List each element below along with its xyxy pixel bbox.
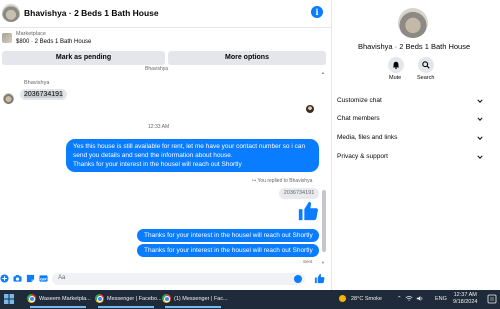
svg-text:GIF: GIF <box>40 277 47 281</box>
weather-sun-icon <box>338 294 347 303</box>
message-line: Yes this house is still available for re… <box>73 143 306 150</box>
mute-label: Mute <box>389 75 402 81</box>
listing-summary: $800 · 2 Beds 1 Bath House <box>16 39 92 45</box>
clock-date: 9/18/2024 <box>453 299 478 305</box>
clock-time: 12:37 AM <box>453 292 477 298</box>
scroll-down-icon[interactable]: ▼ <box>321 260 325 265</box>
active-window-indicator <box>98 306 154 308</box>
chrome-icon <box>27 294 36 303</box>
conversation-title[interactable]: Bhavishya · 2 Beds 1 Bath House <box>24 8 159 18</box>
more-options-button[interactable]: More options <box>168 51 326 65</box>
sticker-icon[interactable] <box>26 274 35 283</box>
incoming-message-bubble[interactable]: 2036734191 <box>20 89 67 100</box>
message-input[interactable] <box>52 273 305 285</box>
message-line: send you details and send the informatio… <box>73 152 233 159</box>
emoji-icon[interactable] <box>294 275 302 283</box>
sender-name: Bhavishya <box>24 80 50 86</box>
taskbar-item-label: Waseem Marketpla... <box>39 296 91 302</box>
taskbar-clock[interactable]: 12:37 AM 9/18/2024 <box>453 292 477 306</box>
info-icon[interactable]: i <box>311 6 323 18</box>
active-window-indicator <box>30 306 86 308</box>
chevron-down-icon <box>477 99 483 103</box>
reply-note-text: You replied to Bhavishya <box>257 178 313 184</box>
active-window-indicator <box>165 306 221 308</box>
profile-title: Bhavishya · 2 Beds 1 Bath House <box>358 42 471 51</box>
notification-center-icon[interactable] <box>487 294 497 304</box>
chevron-down-icon <box>477 117 483 121</box>
show-hidden-icons-icon[interactable]: ⌃ <box>397 296 402 302</box>
taskbar-item-label: Messenger | Facebo... <box>107 296 162 302</box>
windows-start-icon[interactable] <box>4 294 14 304</box>
chevron-down-icon <box>477 155 483 159</box>
conversation-avatar[interactable] <box>2 4 20 22</box>
section-label: Customize chat <box>337 97 382 104</box>
camera-icon[interactable] <box>13 274 22 283</box>
profile-avatar[interactable] <box>398 8 428 38</box>
outgoing-message-bubble[interactable]: Thanks for your interest in the housel w… <box>137 229 319 242</box>
chevron-down-icon <box>477 136 483 140</box>
message-line: Thanks for your interest in the housel w… <box>73 161 242 168</box>
message-input-placeholder: Aa <box>58 275 66 281</box>
incoming-message-text: 2036734191 <box>24 91 63 98</box>
section-label: Chat members <box>337 115 380 122</box>
sender-avatar[interactable] <box>3 93 14 104</box>
cut-off-message: Bhavishya <box>145 66 169 72</box>
outgoing-message-bubble[interactable]: Yes this house is still available for re… <box>66 139 319 172</box>
section-label: Media, files and links <box>337 134 398 141</box>
timestamp-separator: 12:33 AM <box>148 124 170 130</box>
listing-thumbnail <box>2 33 12 43</box>
marketplace-label: Marketplace <box>16 31 46 37</box>
chrome-icon <box>162 294 171 303</box>
messenger-window: Bhavishya · 2 Beds 1 Bath House i Market… <box>0 0 500 309</box>
reply-note: ↪ You replied to Bhavishya <box>252 178 312 184</box>
quoted-message[interactable]: 2036734191 <box>279 188 319 199</box>
chrome-icon <box>95 294 104 303</box>
read-receipt-avatar <box>306 105 314 113</box>
search-label: Search <box>417 75 435 81</box>
search-icon <box>422 61 430 69</box>
outgoing-message-bubble[interactable]: Thanks for your interest in the housel w… <box>137 244 319 257</box>
mark-as-pending-button[interactable]: Mark as pending <box>2 51 165 65</box>
taskbar-item-label: (1) Messenger | Fac... <box>174 296 228 302</box>
bell-icon <box>392 61 400 69</box>
like-button-icon[interactable] <box>314 273 325 284</box>
scroll-up-icon[interactable]: ▲ <box>321 70 325 75</box>
sent-status: Sent <box>303 259 313 264</box>
message-scrollbar[interactable]: ▲ ▼ <box>321 70 326 266</box>
add-icon[interactable] <box>0 274 9 283</box>
thumbs-up-icon[interactable] <box>297 200 319 222</box>
weather-status[interactable]: 28°C Smoke <box>351 296 382 302</box>
gif-icon[interactable]: GIF <box>39 274 48 283</box>
scrollbar-thumb[interactable] <box>321 190 326 252</box>
language-indicator[interactable]: ENG <box>435 296 447 302</box>
volume-icon[interactable] <box>416 295 424 302</box>
reply-arrow-icon: ↪ <box>252 178 257 184</box>
wifi-icon[interactable] <box>405 295 413 302</box>
section-label: Privacy & support <box>337 153 388 160</box>
